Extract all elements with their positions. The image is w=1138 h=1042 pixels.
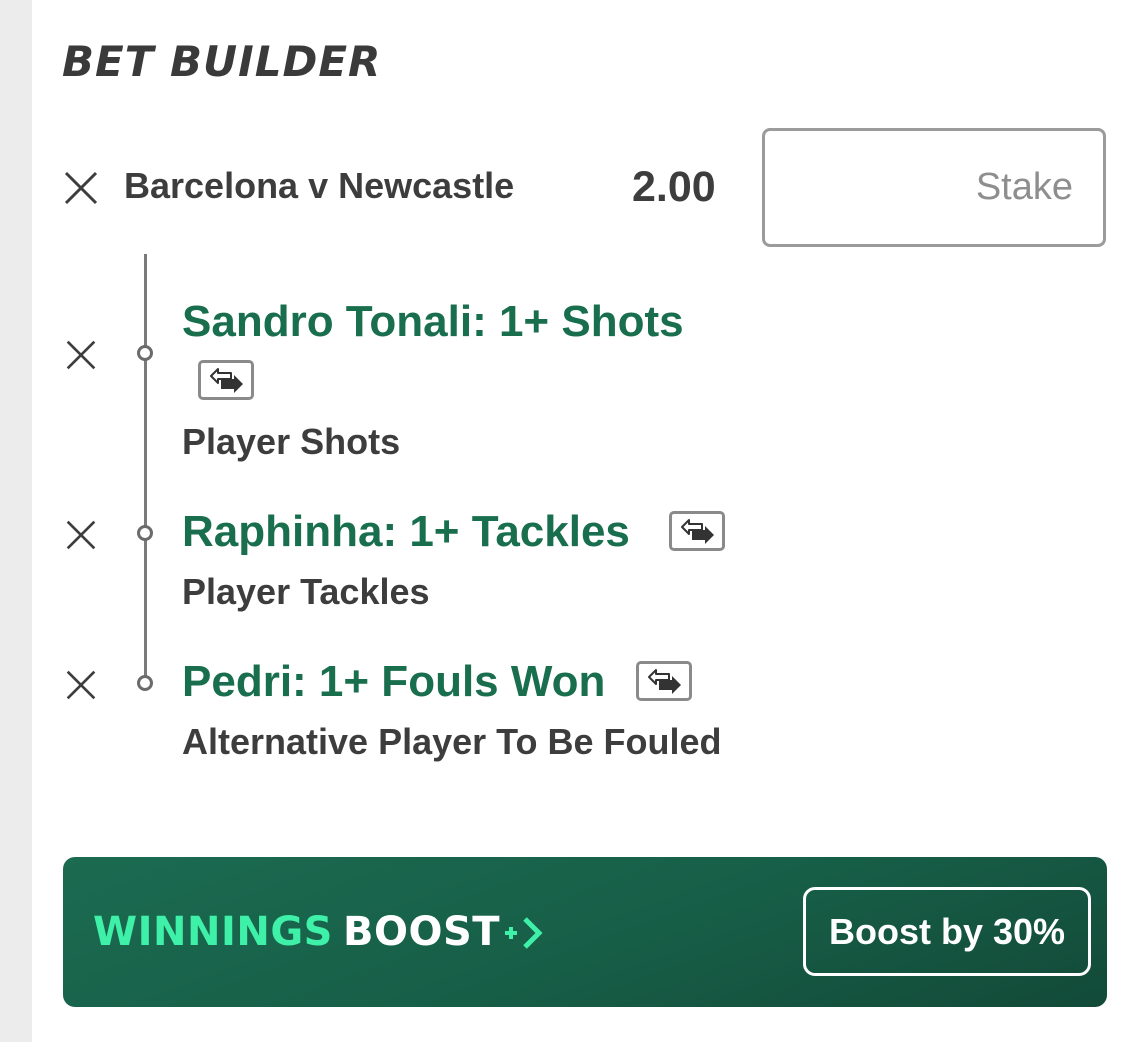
- close-icon: [66, 670, 96, 700]
- selection-market: Player Shots: [182, 421, 401, 462]
- remove-event-button[interactable]: [63, 170, 99, 206]
- timeline-node: [137, 675, 153, 691]
- event-odds: 2.00: [632, 163, 716, 211]
- selection-title: Pedri: 1+ Fouls Won: [182, 657, 606, 706]
- swap-icon[interactable]: [198, 360, 254, 400]
- selection-title: Sandro Tonali: 1+ Shots: [182, 297, 684, 346]
- selection-market: Alternative Player To Be Fouled: [182, 721, 722, 762]
- boost-button[interactable]: Boost by 30%: [803, 887, 1091, 976]
- remove-selection-button[interactable]: [65, 339, 97, 371]
- swap-icon[interactable]: [669, 511, 725, 551]
- remove-selection-button[interactable]: [65, 669, 97, 701]
- swap-icon[interactable]: [636, 661, 692, 701]
- page-title: BET BUILDER: [62, 37, 382, 86]
- winnings-boost-label: WINNINGS BOOST: [93, 909, 500, 955]
- stake-input[interactable]: [762, 128, 1106, 247]
- timeline-node: [137, 525, 153, 541]
- close-icon: [66, 340, 96, 370]
- selection-title: Raphinha: 1+ Tackles: [182, 507, 630, 556]
- timeline-node: [137, 345, 153, 361]
- boost-label-secondary: BOOST: [342, 909, 501, 955]
- event-name: Barcelona v Newcastle: [124, 165, 515, 206]
- close-icon: [64, 171, 98, 205]
- winnings-boost-banner: WINNINGS BOOST Boost by 30%: [63, 857, 1107, 1007]
- selection-timeline: [144, 254, 147, 684]
- boost-arrow-icon: [505, 917, 543, 949]
- boost-label-primary: WINNINGS: [93, 909, 333, 955]
- close-icon: [66, 520, 96, 550]
- remove-selection-button[interactable]: [65, 519, 97, 551]
- selection-market: Player Tackles: [182, 571, 430, 612]
